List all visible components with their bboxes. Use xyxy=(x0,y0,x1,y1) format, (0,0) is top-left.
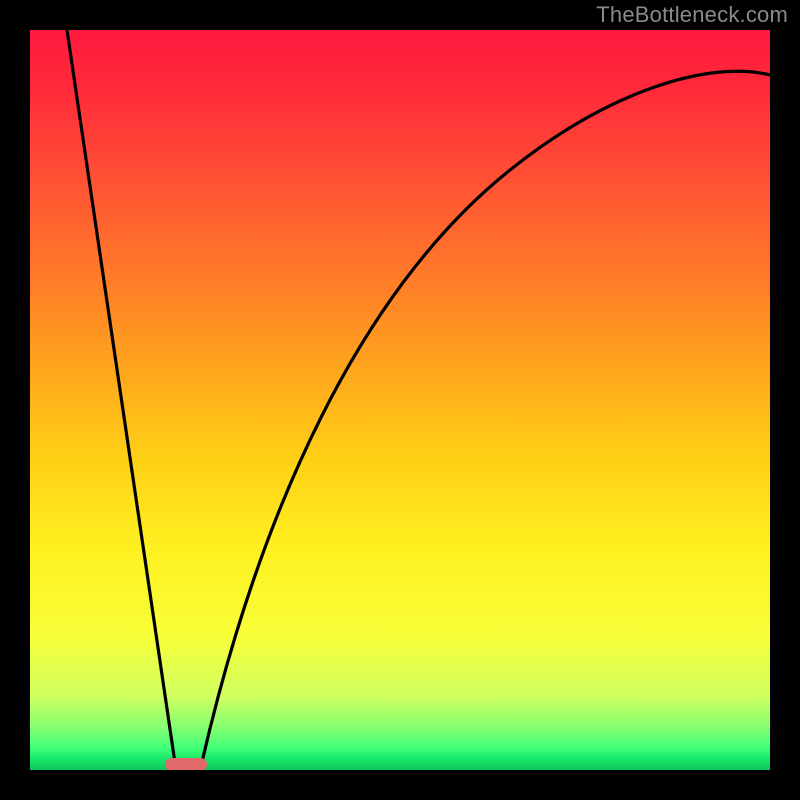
chart-svg xyxy=(30,30,770,770)
plot-area xyxy=(30,30,770,770)
bottleneck-curve xyxy=(67,30,770,763)
chart-frame: TheBottleneck.com xyxy=(0,0,800,800)
watermark-text: TheBottleneck.com xyxy=(596,2,788,28)
vertex-marker xyxy=(165,758,207,770)
